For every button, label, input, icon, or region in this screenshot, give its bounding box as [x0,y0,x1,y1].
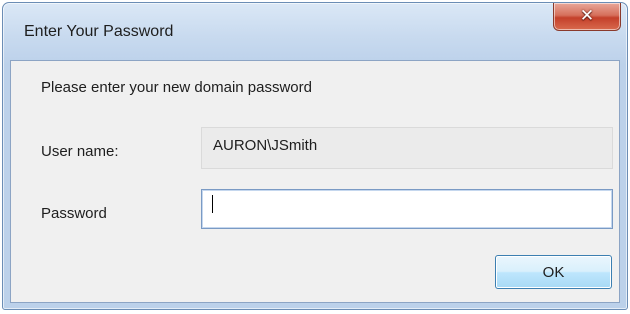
password-dialog-window: Enter Your Password ✕ Please enter your … [2,2,628,310]
close-icon: ✕ [579,6,595,26]
text-caret [212,195,213,213]
user-name-field: AURON\JSmith [201,127,613,169]
close-button[interactable]: ✕ [553,3,621,31]
prompt-text: Please enter your new domain password [41,79,312,96]
window-title: Enter Your Password [24,23,174,40]
password-input[interactable] [201,189,613,229]
user-name-label: User name: [41,143,119,160]
ok-button[interactable]: OK [495,255,612,289]
password-label: Password [41,205,107,222]
dialog-body: Please enter your new domain password Us… [10,60,620,303]
title-bar[interactable]: Enter Your Password ✕ [3,3,627,61]
